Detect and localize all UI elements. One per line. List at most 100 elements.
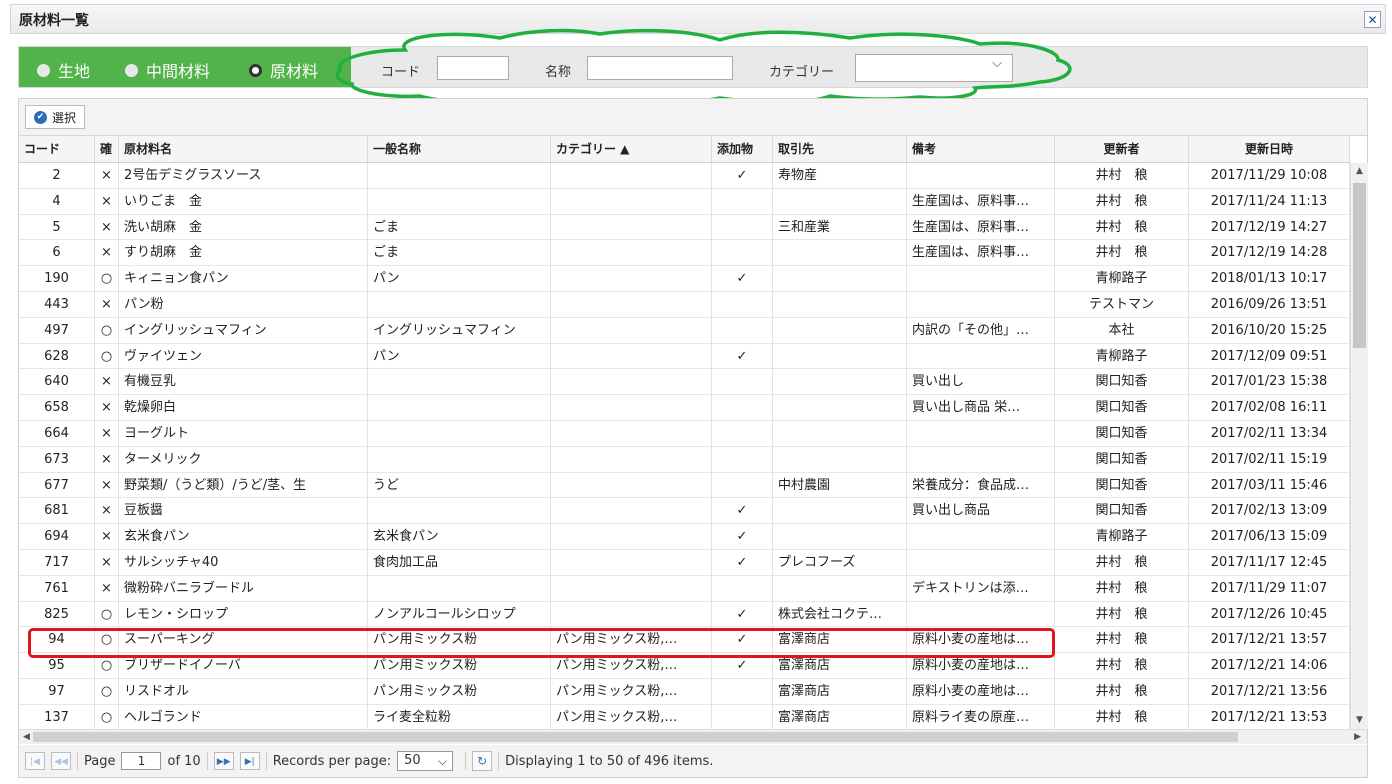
cell-updated-at: 2017/11/17 12:45: [1189, 550, 1350, 575]
prev-page-icon[interactable]: ◀◀: [51, 752, 71, 770]
table-row[interactable]: 761 × 微粉砕バニラブードル デキストリンは添… 井村 稂 2017/11/29 11…: [19, 575, 1350, 602]
cell-confirm: ×: [95, 498, 119, 524]
cell-additive: ✓: [712, 343, 773, 369]
cell-code: 137: [19, 704, 95, 730]
table-row[interactable]: 94 ○ スーパーキング パン用ミックス粉 パン用ミックス粉,… ✓ 富澤商店 原料小麦の産地…: [19, 627, 1350, 654]
radio-dough-label: 生地: [58, 62, 91, 81]
first-page-icon[interactable]: |◀: [25, 752, 45, 770]
header-common-name[interactable]: 一般名称: [368, 136, 551, 162]
cell-category: [551, 214, 712, 240]
dialog-title: 原材料一覧: [19, 13, 89, 29]
cell-updated-at: 2017/12/21 13:57: [1189, 627, 1350, 653]
table-row[interactable]: 5 × 洗い胡麻 金ごま 三和産業 生産国は、原料事… 井村 稂 2017/12/19 14…: [19, 214, 1350, 241]
cell-supplier: [773, 575, 907, 601]
table-row[interactable]: 694 × 玄米食パン 玄米食パン ✓ 青柳路子 2017/06/13 15:09: [19, 524, 1350, 550]
cell-category: [551, 163, 712, 188]
table-row[interactable]: 95 ○ ブリザードイノーバ パン用ミックス粉 パン用ミックス粉,… ✓ 富澤商店 原料小麦の…: [19, 653, 1350, 679]
cell-material-name: キィニョン食パン: [119, 266, 368, 292]
horizontal-scrollbar[interactable]: ◀ ▶: [19, 729, 1367, 744]
cell-confirm: ×: [95, 163, 119, 188]
cell-additive: [712, 421, 773, 446]
header-updater[interactable]: 更新者: [1055, 136, 1189, 162]
cell-notes: 内訳の「その他」…: [907, 317, 1055, 343]
table-row[interactable]: 673 × ターメリック 関口知香 2017/02/11 15:19: [19, 446, 1350, 473]
table-row[interactable]: 658 × 乾燥卵白 買い出し商品 栄… 関口知香 2017/02/08 16:11: [19, 395, 1350, 421]
cell-updater: 関口知香: [1055, 421, 1189, 446]
header-material-name[interactable]: 原材料名: [119, 136, 368, 162]
scroll-thumb[interactable]: [1353, 183, 1366, 348]
category-select[interactable]: ⌵: [855, 54, 1013, 82]
last-page-icon[interactable]: ▶|: [239, 752, 260, 770]
radio-raw-material[interactable]: 原材料: [249, 58, 318, 82]
material-list-dialog: 原材料一覧 ✕ 生地 中間材料 原材料 コード 名称 カテゴリー ⌵ ✔ 選択 …: [0, 0, 1392, 784]
scroll-down-icon[interactable]: ▼: [1351, 712, 1368, 729]
select-button[interactable]: ✔ 選択: [25, 105, 86, 129]
name-input[interactable]: [587, 56, 733, 80]
table-row[interactable]: 190 ○ キィニョン食パン パン ✓ 青柳路子 2018/01/13 10:17: [19, 266, 1350, 292]
header-notes[interactable]: 備考: [907, 136, 1055, 162]
cell-updated-at: 2017/03/11 15:46: [1189, 472, 1350, 498]
cell-additive: [712, 317, 773, 343]
cell-supplier: 三和産業: [773, 214, 907, 240]
table-row[interactable]: 717 × サルシッチャ40 食肉加工品 ✓ プレコフーズ 井村 稂 2017/11/17 1…: [19, 550, 1350, 576]
cell-updater: 井村 稂: [1055, 704, 1189, 730]
divider: [206, 752, 208, 770]
cell-common-name: [368, 369, 551, 395]
cell-updated-at: 2017/02/11 13:34: [1189, 421, 1350, 446]
table-row[interactable]: 443 × パン粉 テストマン 2016/09/26 13:51: [19, 292, 1350, 318]
cell-common-name: うど: [368, 472, 551, 498]
select-button-label: 選択: [52, 110, 77, 125]
header-supplier[interactable]: 取引先: [773, 136, 907, 162]
next-page-icon[interactable]: ▶▶: [213, 752, 234, 770]
close-icon[interactable]: ✕: [1364, 11, 1381, 28]
page-input[interactable]: 1: [121, 752, 162, 770]
cell-category: パン用ミックス粉,…: [551, 679, 712, 704]
records-per-page-select[interactable]: 50 ⌵: [397, 751, 454, 771]
cell-category: [551, 446, 712, 472]
cell-updated-at: 2017/12/26 10:45: [1189, 601, 1350, 627]
table-row[interactable]: 681 × 豆板醤 ✓ 買い出し商品 関口知香 2017/02/13 13:09: [19, 498, 1350, 525]
display-summary: Displaying 1 to 50 of 496 items.: [505, 753, 714, 769]
table-row[interactable]: 640 × 有機豆乳 買い出し 関口知香 2017/01/23 15:38: [19, 369, 1350, 396]
cell-updater: 井村 稂: [1055, 653, 1189, 679]
hscroll-thumb[interactable]: [33, 732, 1238, 742]
table-row[interactable]: 497 ○ イングリッシュマフィン イングリッシュマフィン 内訳の「その他」… 本社 201…: [19, 317, 1350, 344]
code-input[interactable]: [437, 56, 509, 80]
cell-updated-at: 2016/09/26 13:51: [1189, 292, 1350, 317]
table-row[interactable]: 137 ○ ヘルゴランド ライ麦全粒粉 パン用ミックス粉,… 富澤商店 原料ライ麦の原産… 井…: [19, 704, 1350, 731]
vertical-scrollbar[interactable]: ▲ ▼: [1350, 163, 1368, 729]
cell-notes: [907, 292, 1055, 317]
cell-updater: 井村 稂: [1055, 627, 1189, 653]
cell-category: [551, 343, 712, 369]
scroll-right-icon[interactable]: ▶: [1354, 730, 1361, 744]
cell-notes: [907, 343, 1055, 369]
header-additive[interactable]: 添加物: [712, 136, 773, 162]
table-row[interactable]: 6 × すり胡麻 金ごま 生産国は、原料事… 井村 稂 2017/12/19 14:28: [19, 240, 1350, 267]
table-row[interactable]: 825 ○ レモン・シロップ ノンアルコールシロップ ✓ 株式会社コクテ… 井村 稂 2017…: [19, 601, 1350, 628]
table-row[interactable]: 2 × 2号缶デミグラスソース ✓ 寿物産 井村 稂 2017/11/29 10:08: [19, 163, 1350, 189]
cell-code: 628: [19, 343, 95, 369]
cell-supplier: [773, 524, 907, 550]
cell-material-name: 2号缶デミグラスソース: [119, 163, 368, 188]
table-row[interactable]: 664 × ヨーグルト 関口知香 2017/02/11 13:34: [19, 421, 1350, 447]
table-row[interactable]: 677 × 野菜類/（うど類）/うど/茎、生 うど 中村農園 栄養成分：食品成… 関口知香 2…: [19, 472, 1350, 499]
type-radio-group: 生地 中間材料 原材料: [19, 47, 351, 87]
header-confirm[interactable]: 確: [95, 136, 119, 162]
radio-intermediate[interactable]: 中間材料: [125, 58, 210, 82]
cell-code: 95: [19, 653, 95, 679]
table-row[interactable]: 97 ○ リスドオル パン用ミックス粉 パン用ミックス粉,… 富澤商店 原料小麦の産地は… 井…: [19, 679, 1350, 705]
radio-dough[interactable]: 生地: [37, 58, 90, 82]
header-updated-at[interactable]: 更新日時: [1189, 136, 1350, 162]
refresh-icon[interactable]: ↻: [472, 751, 493, 771]
cell-supplier: 株式会社コクテ…: [773, 601, 907, 627]
table-row[interactable]: 628 ○ ヴァイツェン パン ✓ 青柳路子 2017/12/09 09:51: [19, 343, 1350, 370]
scroll-up-icon[interactable]: ▲: [1351, 163, 1368, 180]
header-category[interactable]: カテゴリー ▲: [551, 136, 712, 162]
cell-supplier: [773, 188, 907, 214]
table-row[interactable]: 4 × いりごま 金 生産国は、原料事… 井村 稂 2017/11/24 11:13: [19, 188, 1350, 215]
cell-updated-at: 2017/12/19 14:28: [1189, 240, 1350, 266]
cell-notes: 買い出し商品: [907, 498, 1055, 524]
cell-common-name: ノンアルコールシロップ: [368, 601, 551, 627]
scroll-left-icon[interactable]: ◀: [23, 730, 30, 744]
header-code[interactable]: コード: [19, 136, 95, 162]
